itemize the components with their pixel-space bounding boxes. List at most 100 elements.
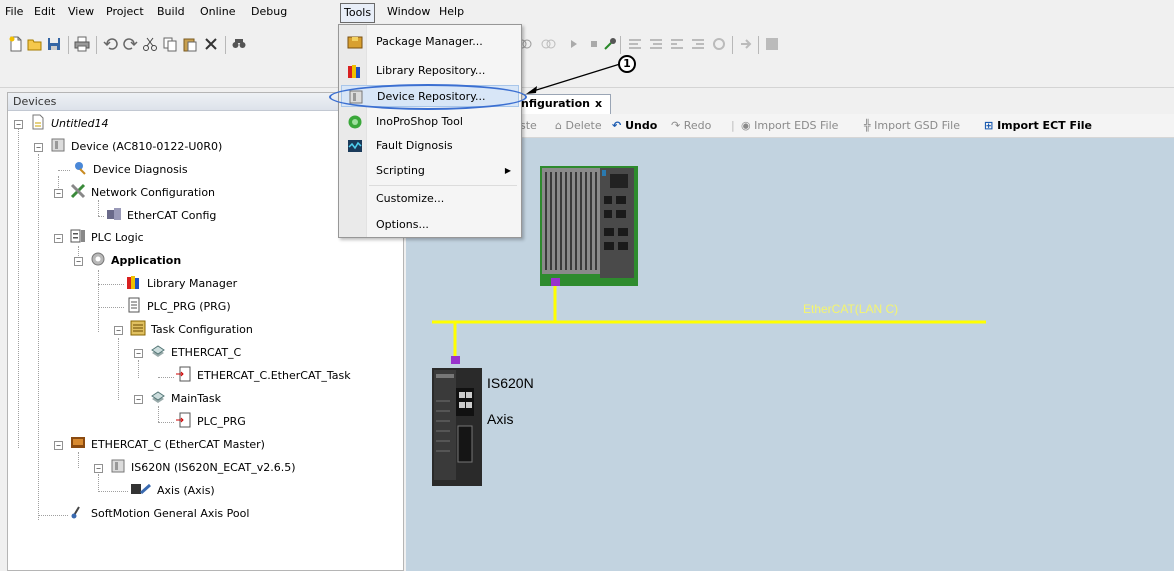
toolbar-separator bbox=[96, 36, 97, 54]
tree-node-library-manager[interactable]: Library Manager bbox=[126, 274, 237, 294]
menu-item-options[interactable]: Options... bbox=[341, 214, 519, 236]
menu-online[interactable]: Online bbox=[198, 4, 237, 20]
expand-toggle[interactable]: − bbox=[14, 120, 23, 129]
menu-tools[interactable]: Tools bbox=[340, 3, 376, 23]
redo-label: Redo bbox=[683, 119, 712, 132]
copy-icon[interactable] bbox=[162, 36, 178, 52]
open-folder-icon[interactable] bbox=[27, 36, 43, 52]
menu-item-inoproshop-tool[interactable]: InoProShop Tool bbox=[341, 111, 519, 133]
ethercat-master-icon bbox=[71, 437, 85, 448]
expand-toggle[interactable]: − bbox=[54, 441, 63, 450]
tree-node-plc-logic[interactable]: PLC Logic bbox=[70, 228, 144, 248]
menu-project[interactable]: Project bbox=[104, 4, 146, 20]
logout-icon[interactable] bbox=[540, 36, 556, 52]
expand-toggle[interactable]: − bbox=[34, 143, 43, 152]
tree-node-ethercat-master[interactable]: ETHERCAT_C (EtherCAT Master) bbox=[70, 435, 265, 455]
menu-file[interactable]: File bbox=[3, 4, 25, 20]
expand-toggle[interactable]: − bbox=[114, 326, 123, 335]
show-next-icon[interactable] bbox=[738, 36, 754, 52]
plc-device-image[interactable] bbox=[540, 166, 638, 286]
undo-icon[interactable] bbox=[103, 36, 119, 52]
stop-icon[interactable] bbox=[586, 36, 602, 52]
program-call-icon bbox=[176, 412, 191, 428]
step-over-icon[interactable] bbox=[627, 36, 643, 52]
tree-line bbox=[138, 360, 139, 378]
menu-debug[interactable]: Debug bbox=[249, 4, 289, 20]
run-to-cursor-icon[interactable] bbox=[690, 36, 706, 52]
tree-node-plc-prg[interactable]: PLC_PRG (PRG) bbox=[126, 297, 231, 317]
tree-node-application[interactable]: Application bbox=[90, 251, 181, 271]
menu-help[interactable]: Help bbox=[437, 4, 466, 20]
import-ect-label: Import ECT File bbox=[997, 119, 1092, 132]
expand-toggle[interactable]: − bbox=[94, 464, 103, 473]
delete-button[interactable]: ⌂ Delete bbox=[555, 118, 602, 134]
tree-node-ethercat-config[interactable]: EtherCAT Config bbox=[106, 206, 216, 226]
print-icon[interactable] bbox=[74, 36, 90, 52]
save-icon[interactable] bbox=[46, 36, 62, 52]
tree-node-device[interactable]: Device (AC810-0122-U0R0) bbox=[50, 137, 222, 157]
menu-item-scripting[interactable]: Scripting ▶ bbox=[341, 160, 519, 182]
expand-toggle[interactable]: − bbox=[74, 257, 83, 266]
plc-connector[interactable] bbox=[551, 278, 560, 286]
expand-toggle[interactable]: − bbox=[134, 349, 143, 358]
tree-node-is620n[interactable]: IS620N (IS620N_ECAT_v2.6.5) bbox=[110, 458, 296, 478]
package-icon bbox=[347, 36, 363, 49]
menu-item-library-repository[interactable]: Library Repository... bbox=[341, 60, 519, 82]
cut-icon[interactable] bbox=[142, 36, 158, 52]
breakpoint-icon[interactable] bbox=[711, 36, 727, 52]
tree-node-ethercat-task-call[interactable]: ETHERCAT_C.EtherCAT_Task bbox=[176, 366, 351, 386]
tree-node-device-diagnosis[interactable]: Device Diagnosis bbox=[72, 160, 188, 180]
tree-label: Axis (Axis) bbox=[157, 484, 215, 497]
write-values-icon[interactable] bbox=[764, 36, 780, 52]
menu-edit[interactable]: Edit bbox=[32, 4, 57, 20]
menu-build[interactable]: Build bbox=[155, 4, 187, 20]
tree-label: Application bbox=[111, 254, 182, 267]
step-out-icon[interactable] bbox=[669, 36, 685, 52]
toolbar-separator: | bbox=[731, 119, 735, 132]
import-eds-button[interactable]: ◉ Import EDS File bbox=[741, 118, 838, 134]
menu-item-customize[interactable]: Customize... bbox=[341, 188, 519, 210]
import-ect-button[interactable]: ⊞ Import ECT File bbox=[984, 118, 1092, 134]
delete-icon[interactable] bbox=[203, 36, 219, 52]
redo-button[interactable]: ↷ Redo bbox=[671, 118, 711, 134]
tree-node-task-configuration[interactable]: Task Configuration bbox=[130, 320, 253, 340]
tree-line bbox=[98, 491, 128, 492]
tree-node-ethercat-c-task[interactable]: ETHERCAT_C bbox=[150, 343, 241, 363]
menu-view[interactable]: View bbox=[66, 4, 96, 20]
servo-drive-image[interactable] bbox=[432, 368, 482, 486]
tree-node-axis[interactable]: Axis (Axis) bbox=[130, 481, 215, 501]
toolbar-separator bbox=[68, 36, 69, 54]
expand-toggle[interactable]: − bbox=[54, 234, 63, 243]
menu-item-package-manager[interactable]: Package Manager... bbox=[341, 31, 519, 53]
tree-label: IS620N (IS620N_ECAT_v2.6.5) bbox=[131, 461, 296, 474]
tools-dropdown-menu: Package Manager... Library Repository...… bbox=[338, 24, 522, 238]
redo-icon[interactable] bbox=[122, 36, 138, 52]
undo-button[interactable]: ↶ Undo bbox=[612, 118, 657, 134]
tree-node-network-configuration[interactable]: Network Configuration bbox=[70, 183, 215, 203]
find-icon[interactable] bbox=[231, 36, 247, 52]
step-into-icon[interactable] bbox=[648, 36, 664, 52]
tree-label: EtherCAT Config bbox=[127, 209, 217, 222]
tree-node-maintask[interactable]: MainTask bbox=[150, 389, 221, 409]
menu-item-label: Scripting bbox=[376, 164, 425, 177]
tree-node-project[interactable]: Untitled14 bbox=[30, 114, 109, 134]
tree-label: SoftMotion General Axis Pool bbox=[91, 507, 250, 520]
paste-icon[interactable] bbox=[182, 36, 198, 52]
tree-label: ETHERCAT_C (EtherCAT Master) bbox=[91, 438, 265, 451]
start-icon[interactable] bbox=[566, 36, 582, 52]
project-icon bbox=[32, 114, 44, 130]
reset-icon[interactable] bbox=[602, 36, 618, 52]
paste-button[interactable]: ste bbox=[520, 118, 537, 134]
expand-toggle[interactable]: − bbox=[134, 395, 143, 404]
tree-node-softmotion-pool[interactable]: SoftMotion General Axis Pool bbox=[70, 504, 249, 524]
menu-window[interactable]: Window bbox=[385, 4, 432, 20]
menu-item-label: Customize... bbox=[376, 192, 445, 205]
menu-item-fault-dignosis[interactable]: Fault Dignosis bbox=[341, 135, 519, 157]
tree-node-plc-prg-call[interactable]: PLC_PRG bbox=[176, 412, 246, 432]
expand-toggle[interactable]: − bbox=[54, 189, 63, 198]
import-gsd-button[interactable]: ╬ Import GSD File bbox=[864, 118, 960, 134]
new-file-icon[interactable] bbox=[8, 36, 24, 52]
servo-connector[interactable] bbox=[451, 356, 460, 364]
toolbar-separator bbox=[620, 36, 621, 54]
tree-line bbox=[158, 422, 174, 423]
